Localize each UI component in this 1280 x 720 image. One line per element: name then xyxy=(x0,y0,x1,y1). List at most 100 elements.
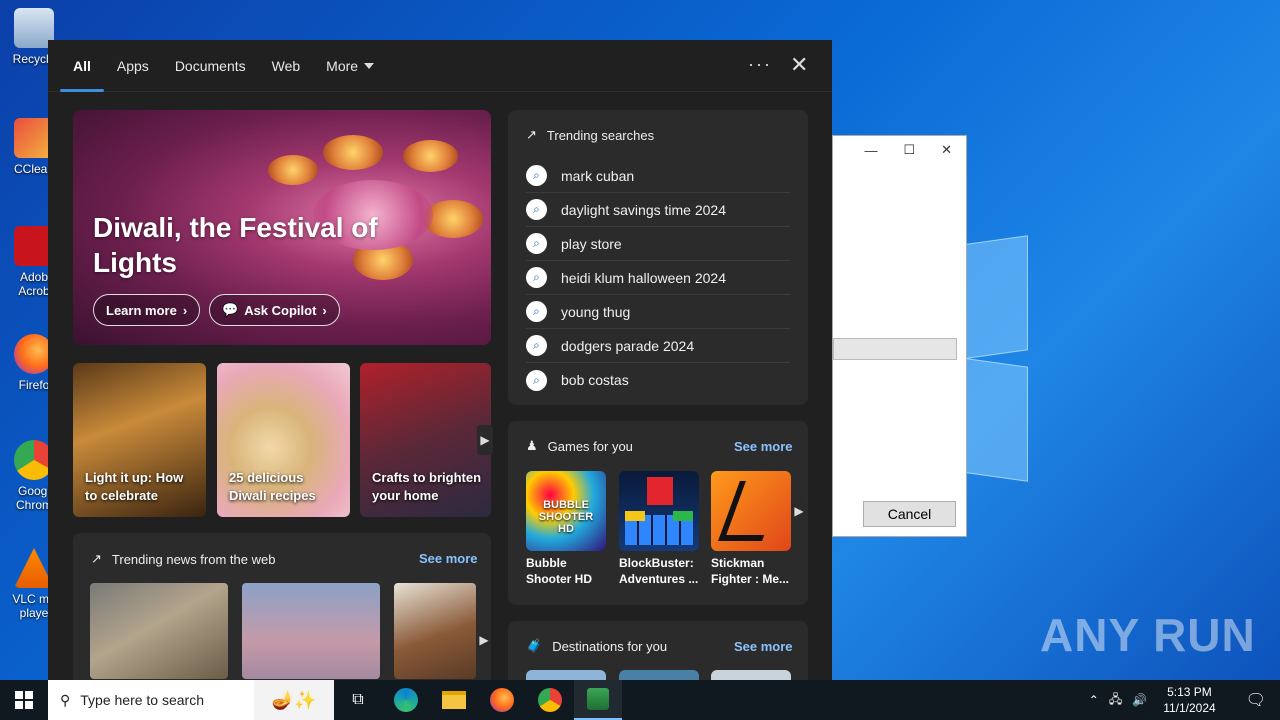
chrome-icon xyxy=(538,688,562,712)
search-icon: ⌕ xyxy=(526,369,547,391)
card-diwali-recipes[interactable]: 25 delicious Diwali recipes xyxy=(217,363,350,517)
cards-next-arrow[interactable]: ▶ xyxy=(477,425,493,455)
notification-icon[interactable]: 🗨 xyxy=(1232,690,1280,710)
chevron-up-icon[interactable]: ⌃ xyxy=(1089,693,1099,707)
tab-more[interactable]: More xyxy=(313,40,387,92)
search-highlight-diwali-icon[interactable]: 🪔✨ xyxy=(254,680,334,720)
background-dialog: — ☐ ✕ Cancel xyxy=(832,135,967,537)
taskbar-search-input[interactable]: ⚲ Type here to search xyxy=(48,680,254,720)
game-tile-stickman-fighter[interactable] xyxy=(711,471,791,551)
game-tile-bubble-shooter[interactable]: BUBBLE SHOOTER HD xyxy=(526,471,606,551)
search-icon: ⌕ xyxy=(526,301,547,322)
chevron-right-icon: ▶ xyxy=(479,633,489,647)
clock[interactable]: 5:13 PM 11/1/2024 xyxy=(1157,684,1222,716)
edge-icon xyxy=(394,688,418,712)
ask-copilot-button[interactable]: 💬 Ask Copilot › xyxy=(209,294,340,326)
taskbar-active-app[interactable] xyxy=(574,680,622,720)
destinations-title: Destinations for you xyxy=(552,638,668,654)
trending-search-item[interactable]: ⌕ bob costas xyxy=(526,363,790,397)
dialog-titlebar: — ☐ ✕ xyxy=(833,136,966,164)
destination-tile[interactable] xyxy=(711,670,791,680)
task-view-button[interactable]: ⧉ xyxy=(334,680,382,720)
diya-lamp-image xyxy=(403,140,458,172)
trending-search-item[interactable]: ⌕ play store xyxy=(526,227,790,261)
hero-card-diwali[interactable]: Diwali, the Festival of Lights Learn mor… xyxy=(73,110,491,345)
diya-lamp-image xyxy=(323,135,383,170)
trending-search-item[interactable]: ⌕ heidi klum halloween 2024 xyxy=(526,261,790,295)
taskbar-edge[interactable] xyxy=(382,680,430,720)
destination-tile[interactable] xyxy=(619,670,699,680)
windows-start-icon xyxy=(15,691,33,709)
search-tabs: All Apps Documents Web More ··· ✕ xyxy=(48,40,832,92)
more-options-button[interactable]: ··· xyxy=(748,54,772,75)
games-see-more-link[interactable]: See more xyxy=(734,439,793,454)
game-tile-blockbuster[interactable] xyxy=(619,471,699,551)
search-icon: ⌕ xyxy=(526,233,547,254)
game-name: Bubble Shooter HD xyxy=(526,556,592,586)
news-next-arrow[interactable]: ▶ xyxy=(476,625,491,655)
tab-web[interactable]: Web xyxy=(259,40,314,92)
taskbar-file-explorer[interactable] xyxy=(430,680,478,720)
destination-tile[interactable] xyxy=(526,670,606,680)
learn-more-button[interactable]: Learn more › xyxy=(93,294,201,326)
news-see-more-link[interactable]: See more xyxy=(419,551,478,566)
taskbar-chrome[interactable] xyxy=(526,680,574,720)
news-image-construction[interactable] xyxy=(90,583,228,679)
trending-news-section: ↗ Trending news from the web See more ▶ xyxy=(73,533,491,680)
games-section: ♟ Games for you See more BUBBLE SHOOTER … xyxy=(508,421,808,605)
trending-search-item[interactable]: ⌕ mark cuban xyxy=(526,159,790,193)
destinations-see-more-link[interactable]: See more xyxy=(734,639,793,654)
chevron-right-icon: › xyxy=(182,302,188,318)
trending-searches-title: Trending searches xyxy=(546,127,655,143)
search-icon: ⌕ xyxy=(526,199,547,220)
chat-bubble-icon: 💬 xyxy=(222,302,239,317)
dialog-input-field[interactable] xyxy=(833,338,957,360)
trending-search-item[interactable]: ⌕ young thug xyxy=(526,295,790,329)
destinations-section: 🧳 Destinations for you See more xyxy=(508,621,808,680)
close-panel-button[interactable]: ✕ xyxy=(790,52,808,78)
volume-icon[interactable]: 🔊 xyxy=(1132,693,1147,707)
search-icon: ⌕ xyxy=(526,267,547,288)
search-icon: ⌕ xyxy=(526,335,547,356)
network-icon[interactable]: 🖧 xyxy=(1109,690,1122,711)
chevron-right-icon: ▶ xyxy=(794,504,804,518)
close-icon[interactable]: ✕ xyxy=(941,142,952,158)
windows-logo-wallpaper xyxy=(960,235,1030,482)
news-image-costume[interactable] xyxy=(394,583,476,679)
trending-news-title: Trending news from the web xyxy=(111,551,276,567)
task-view-icon: ⧉ xyxy=(352,691,364,708)
chevron-down-icon xyxy=(364,62,375,69)
trending-arrow-icon: ↗ xyxy=(91,551,102,566)
search-icon: ⚲ xyxy=(60,691,71,708)
maximize-icon[interactable]: ☐ xyxy=(903,142,915,158)
minimize-icon[interactable]: — xyxy=(864,143,877,158)
card-light-it-up[interactable]: Light it up: How to celebrate xyxy=(73,363,206,517)
tab-all[interactable]: All xyxy=(60,40,104,92)
cancel-button[interactable]: Cancel xyxy=(863,501,956,527)
hero-title: Diwali, the Festival of Lights xyxy=(93,212,378,278)
clock-time: 5:13 PM xyxy=(1167,685,1212,699)
firefox-icon xyxy=(490,688,514,712)
trending-searches-section: ↗ Trending searches ⌕ mark cuban ⌕ dayligh… xyxy=(508,110,808,405)
chevron-right-icon: › xyxy=(322,302,327,318)
windows-search-panel: All Apps Documents Web More ··· ✕ Diwali… xyxy=(48,40,832,680)
taskbar-firefox[interactable] xyxy=(478,680,526,720)
chevron-right-icon: ▶ xyxy=(480,433,490,447)
game-name: Stickman Fighter : Me... xyxy=(711,556,789,586)
card-crafts-home[interactable]: Crafts to brighten your home xyxy=(360,363,491,517)
trending-search-item[interactable]: ⌕ dodgers parade 2024 xyxy=(526,329,790,363)
clock-date: 11/1/2024 xyxy=(1163,701,1216,715)
taskbar: ⚲ Type here to search 🪔✨ ⧉ ⌃ 🖧 🔊 5:13 PM… xyxy=(0,680,1280,720)
news-image-mugshot[interactable] xyxy=(242,583,380,679)
diya-lamp-image xyxy=(268,155,318,185)
search-icon: ⌕ xyxy=(526,165,547,186)
installer-icon xyxy=(587,688,609,710)
tab-apps[interactable]: Apps xyxy=(104,40,162,92)
trending-search-item[interactable]: ⌕ daylight savings time 2024 xyxy=(526,193,790,227)
start-button[interactable] xyxy=(0,680,48,720)
gamepad-icon: ♟ xyxy=(526,438,538,453)
anyrun-watermark: ANY RUN xyxy=(1040,609,1256,661)
trending-arrow-icon: ↗ xyxy=(526,127,537,142)
games-next-arrow[interactable]: ▶ xyxy=(792,496,806,526)
tab-documents[interactable]: Documents xyxy=(162,40,259,92)
